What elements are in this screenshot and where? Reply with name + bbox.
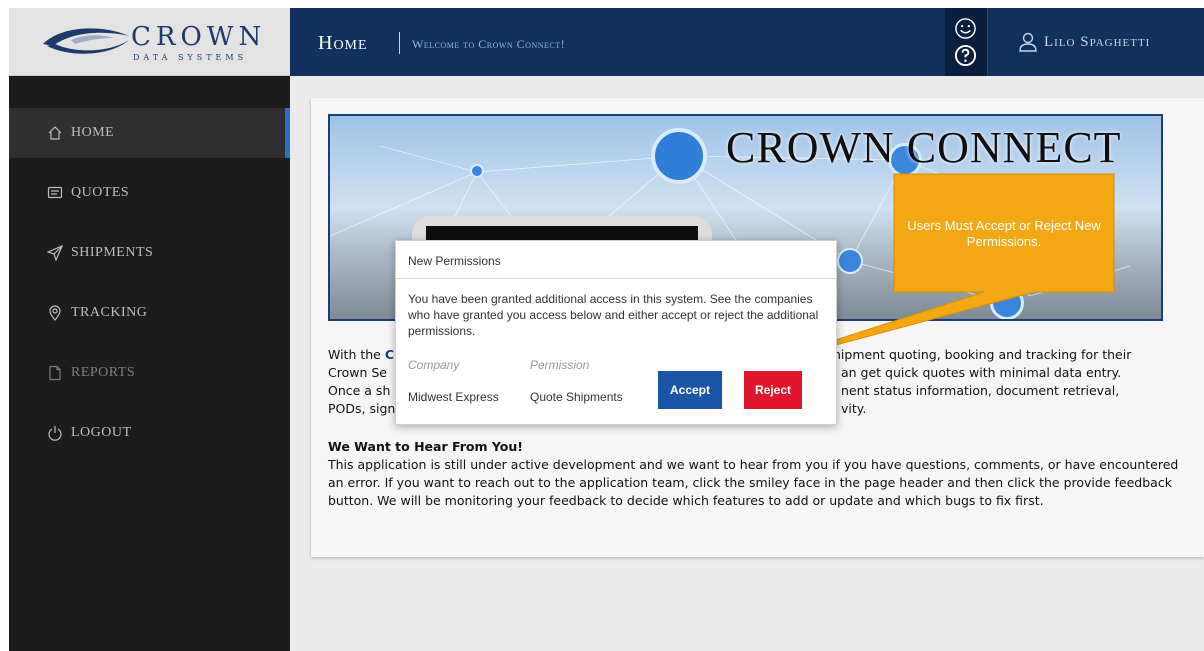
accept-button[interactable]: Accept	[658, 371, 722, 409]
feedback-heading: We Want to Hear From You!	[328, 439, 523, 454]
permissions-modal: New Permissions You have been granted ad…	[395, 240, 837, 425]
intro-line3-left: Once a sh	[328, 383, 391, 398]
chat-bubble-icon	[470, 164, 484, 178]
help-panel	[945, 8, 987, 76]
sidebar-item-reports[interactable]: REPORTS	[9, 348, 290, 398]
modal-message: You have been granted additional access …	[408, 292, 819, 338]
sidebar-item-label: REPORTS	[71, 365, 136, 380]
callout-text: Users Must Accept or Reject New Permissi…	[907, 218, 1101, 249]
reject-button[interactable]: Reject	[744, 371, 802, 409]
banner-title: CROWN CONNECT	[726, 123, 1122, 172]
document-icon	[49, 365, 61, 381]
sidebar-item-tracking[interactable]: TRACKING	[9, 288, 290, 338]
sidebar-item-quotes[interactable]: QUOTES	[9, 168, 290, 218]
send-icon	[47, 245, 63, 261]
brand-sub: DATA SYSTEMS	[133, 53, 248, 62]
intro-line4-left: PODs, sign	[328, 401, 396, 416]
top-header: Home Welcome to Crown Connect! Lilo Spag…	[290, 8, 1204, 76]
logo[interactable]: CROWN DATA SYSTEMS	[9, 8, 290, 76]
permission-cell: Quote Shipments	[530, 390, 623, 404]
help-question-icon[interactable]	[954, 44, 977, 67]
intro-line4-right: vity.	[841, 401, 867, 416]
sidebar-item-shipments[interactable]: SHIPMENTS	[9, 228, 290, 278]
user-icon[interactable]	[1018, 32, 1038, 52]
user-divider	[987, 8, 988, 76]
feedback-paragraph: This application is still under active d…	[328, 457, 1179, 508]
location-pin-icon	[49, 305, 61, 321]
intro-line1-right: hipment quoting, booking and tracking fo…	[833, 347, 1132, 362]
modal-title: New Permissions	[396, 241, 836, 279]
smiley-feedback-icon[interactable]	[954, 17, 977, 40]
column-company-header: Company	[408, 358, 460, 372]
intro-line3-right: nent status information, document retrie…	[841, 383, 1120, 398]
message-icon	[47, 186, 63, 199]
truck-small-icon	[837, 248, 863, 274]
sidebar-item-label: QUOTES	[71, 185, 130, 200]
sidebar-item-label: HOME	[71, 125, 115, 140]
app-frame: CROWN DATA SYSTEMS Home Welcome to Crown…	[9, 8, 1204, 651]
title-divider	[399, 32, 400, 54]
company-cell: Midwest Express	[408, 390, 499, 404]
sidebar-item-label: TRACKING	[71, 305, 148, 320]
sidebar-item-label: LOGOUT	[71, 425, 132, 440]
home-icon	[48, 126, 62, 140]
intro-lead: With the	[328, 347, 385, 362]
truck-icon	[651, 128, 707, 184]
sidebar-item-label: SHIPMENTS	[71, 245, 154, 260]
intro-line2-left: Crown Se	[328, 365, 387, 380]
sidebar-item-home[interactable]: HOME	[9, 108, 290, 158]
page-subtitle: Welcome to Crown Connect!	[412, 37, 566, 51]
brand-name: CROWN	[131, 22, 267, 52]
user-name[interactable]: Lilo Spaghetti	[1044, 34, 1150, 51]
page-title: Home	[318, 32, 368, 54]
sidebar-item-logout[interactable]: LOGOUT	[9, 408, 290, 458]
column-permission-header: Permission	[530, 358, 590, 372]
power-icon	[48, 426, 62, 441]
crown-swoosh-icon	[43, 28, 129, 54]
intro-line2-right: an get quick quotes with minimal data en…	[841, 365, 1122, 380]
sidebar: HOME QUOTES SHIPMENTS TRACKING REPORTS L…	[9, 76, 290, 651]
intro-brand: C	[384, 347, 395, 362]
